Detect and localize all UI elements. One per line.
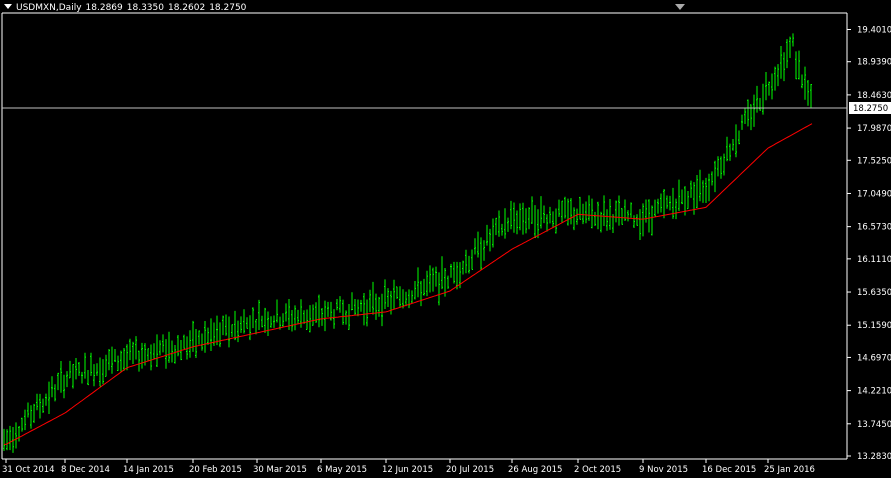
time-tick-label: 20 Feb 2015 [189,465,242,475]
time-tick-label: 6 May 2015 [317,465,367,475]
time-tick-label: 26 Aug 2015 [508,465,562,475]
moving-average-line [4,123,813,445]
time-tick-label: 14 Jan 2015 [123,465,174,475]
price-tick-label: 18.9390 [857,58,891,68]
time-tick-label: 8 Dec 2014 [61,465,110,475]
price-tick-label: 17.9870 [857,124,891,134]
price-tick-label: 17.0490 [857,189,891,199]
price-tick-label: 19.4010 [857,26,891,36]
price-tick-label: 18.4630 [857,91,891,101]
close-value: 18.2750 [209,3,247,13]
symbol-label: USDMXN,Daily [16,3,82,13]
price-tick-label: 15.6350 [857,288,891,298]
dropdown-triangle-icon[interactable] [4,4,12,9]
time-tick-label: 12 Jun 2015 [382,465,433,475]
price-tick-label: 17.5250 [857,156,891,166]
price-chart[interactable]: 19.4010 18.9390 18.4630 17.9870 17.5250 17.04… [0,0,891,478]
time-tick-label: 31 Oct 2014 [2,465,55,475]
time-tick-label: 20 Jul 2015 [446,465,494,475]
open-value: 18.2869 [85,3,123,13]
time-tick-label: 2 Oct 2015 [574,465,621,475]
low-value: 18.2602 [167,3,206,13]
chart-shift-marker-icon[interactable] [675,4,685,10]
price-tick-label: 15.1590 [857,321,891,331]
price-tick-label: 14.6970 [857,353,891,363]
time-tick-label: 30 Mar 2015 [253,465,307,475]
price-tick-label: 16.5730 [857,223,891,233]
price-tick-label: 13.7450 [857,420,891,430]
time-tick-label: 16 Dec 2015 [702,465,756,475]
chart-header: USDMXN,Daily 18.2869 18.3350 18.2602 18.2750 [4,3,250,13]
time-tick-label: 25 Jan 2016 [764,465,815,475]
current-price-label: 18.2750 [853,104,888,114]
price-tick-label: 14.2210 [857,387,891,397]
time-tick-label: 9 Nov 2015 [639,465,688,475]
chart-window[interactable]: 19.4010 18.9390 18.4630 17.9870 17.5250 17.04… [0,0,891,478]
price-tick-label: 16.1110 [857,255,891,265]
high-value: 18.3350 [126,3,164,13]
price-tick-label: 13.2830 [857,452,891,462]
